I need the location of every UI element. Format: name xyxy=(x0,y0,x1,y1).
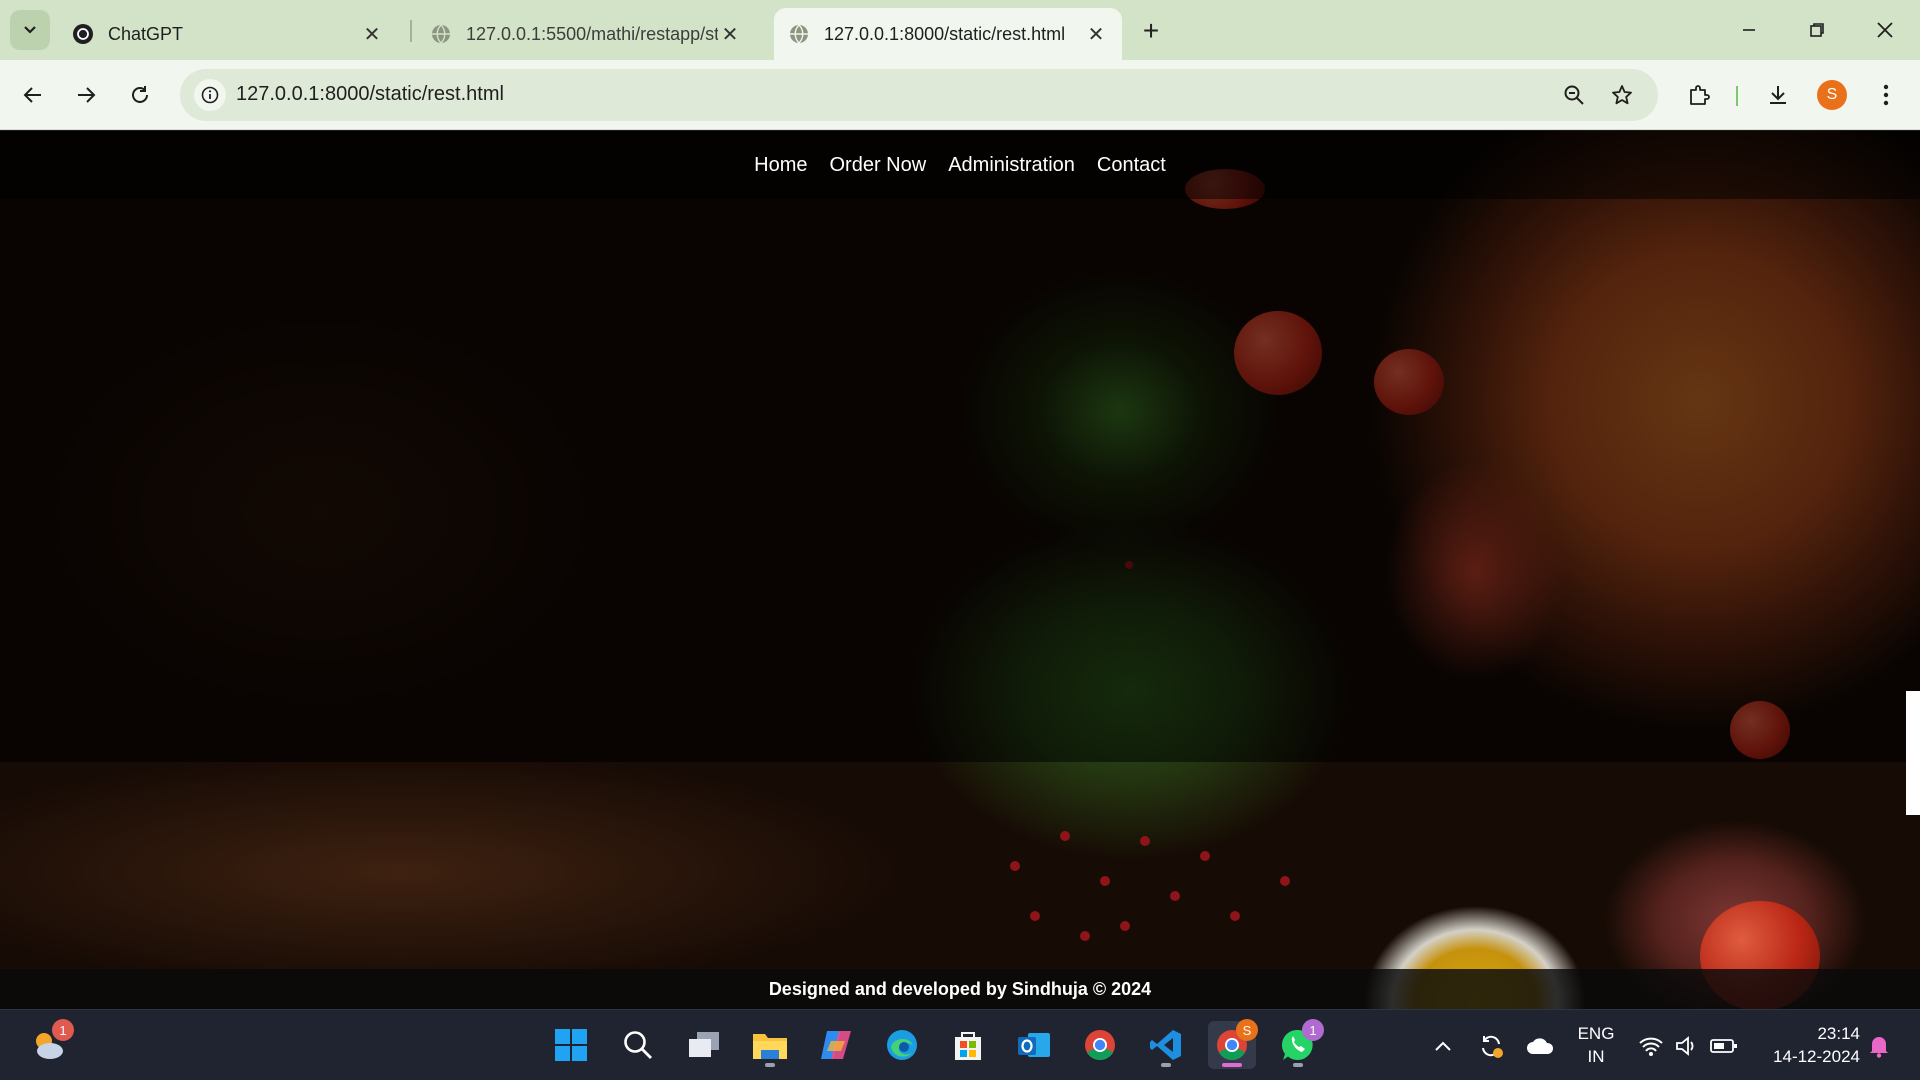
bookmark-star-icon[interactable] xyxy=(1606,79,1638,111)
windows-taskbar: 1 S 1 ENG IN 23:14 14-12-2024 xyxy=(0,1009,1920,1080)
sync-tray-icon[interactable] xyxy=(1474,1010,1508,1080)
download-icon xyxy=(1770,86,1786,104)
clock-date: 14-12-2024 xyxy=(1773,1047,1860,1066)
task-view-icon xyxy=(689,1032,719,1057)
store-icon xyxy=(955,1032,981,1060)
clock-time: 23:14 xyxy=(1817,1024,1860,1043)
minimize-button[interactable] xyxy=(1724,10,1774,50)
tab-localhost-8000-active[interactable]: 127.0.0.1:8000/static/rest.html ✕ xyxy=(774,8,1122,60)
profile-badge: S xyxy=(1236,1019,1258,1041)
notifications-button[interactable] xyxy=(1862,1010,1896,1080)
chrome-button[interactable] xyxy=(1076,1021,1124,1069)
nav-contact-link[interactable]: Contact xyxy=(1097,154,1166,177)
copilot-icon xyxy=(821,1031,851,1059)
bell-icon xyxy=(1870,1036,1888,1058)
close-icon xyxy=(1877,22,1893,38)
browser-menu-button[interactable] xyxy=(1866,75,1906,115)
new-tab-button[interactable]: + xyxy=(1134,14,1168,48)
folder-icon xyxy=(753,1034,787,1059)
reload-button[interactable] xyxy=(120,75,160,115)
chevron-up-icon xyxy=(1435,1041,1451,1051)
toolbar-separator xyxy=(1736,86,1738,106)
vscode-button[interactable] xyxy=(1142,1021,1190,1069)
tab-title: 127.0.0.1:5500/mathi/restapp/st xyxy=(466,23,718,44)
chrome-icon xyxy=(1085,1030,1115,1061)
edge-icon xyxy=(887,1030,917,1060)
language-indicator[interactable]: ENG IN xyxy=(1572,1022,1620,1068)
browser-tab-bar: ChatGPT ✕ 127.0.0.1:5500/mathi/restapp/s… xyxy=(0,0,1920,60)
globe-icon xyxy=(430,23,452,45)
battery-tray-icon[interactable] xyxy=(1708,1010,1740,1080)
close-tab-icon[interactable]: ✕ xyxy=(718,22,742,46)
weather-widget[interactable]: 1 xyxy=(24,1019,74,1069)
url-text[interactable]: 127.0.0.1:8000/static/rest.html xyxy=(236,83,504,106)
show-hidden-icons-button[interactable] xyxy=(1428,1010,1458,1080)
kebab-menu-icon xyxy=(1883,84,1889,106)
close-tab-icon[interactable]: ✕ xyxy=(360,22,384,46)
tab-chatgpt[interactable]: ChatGPT ✕ xyxy=(58,8,398,60)
extensions-button[interactable] xyxy=(1679,75,1719,115)
arrow-right-icon xyxy=(78,87,96,103)
copilot-button[interactable] xyxy=(812,1021,860,1069)
zoom-icon[interactable] xyxy=(1558,79,1590,111)
tab-title: ChatGPT xyxy=(108,23,184,44)
tab-title: 127.0.0.1:8000/static/rest.html xyxy=(824,23,1066,44)
taskbar-clock[interactable]: 23:14 14-12-2024 xyxy=(1752,1022,1860,1068)
search-icon xyxy=(624,1031,652,1059)
tab-localhost-5500[interactable]: 127.0.0.1:5500/mathi/restapp/st ✕ xyxy=(416,8,756,60)
edge-button[interactable] xyxy=(878,1021,926,1069)
whatsapp-badge: 1 xyxy=(1302,1019,1324,1041)
nav-home-link[interactable]: Home xyxy=(754,154,807,177)
profile-button[interactable]: S xyxy=(1812,75,1852,115)
whatsapp-button[interactable]: 1 xyxy=(1274,1019,1324,1069)
back-button[interactable] xyxy=(13,75,53,115)
battery-icon xyxy=(1710,1038,1737,1053)
arrow-left-icon xyxy=(23,87,41,103)
nav-order-now-link[interactable]: Order Now xyxy=(830,154,927,177)
minimize-icon xyxy=(1743,29,1755,31)
task-view-button[interactable] xyxy=(680,1021,728,1069)
start-button[interactable] xyxy=(547,1021,595,1069)
chevron-down-icon xyxy=(24,26,36,34)
puzzle-icon xyxy=(1690,85,1710,105)
footer-text: Designed and developed by Sindhuja © 202… xyxy=(768,978,1152,999)
browser-toolbar: 127.0.0.1:8000/static/rest.html S xyxy=(0,60,1920,130)
side-tab[interactable] xyxy=(1906,691,1920,815)
chatgpt-icon xyxy=(72,23,94,45)
avatar: S xyxy=(1817,80,1847,110)
cloud-icon xyxy=(1527,1037,1554,1054)
outlook-button[interactable] xyxy=(1010,1021,1058,1069)
windows-logo-icon xyxy=(555,1029,587,1061)
hero-section xyxy=(0,199,1920,762)
file-explorer-button[interactable] xyxy=(746,1021,794,1069)
wifi-tray-icon[interactable] xyxy=(1636,1010,1666,1080)
downloads-button[interactable] xyxy=(1758,75,1798,115)
page-footer: Designed and developed by Sindhuja © 202… xyxy=(0,969,1920,1009)
forward-button[interactable] xyxy=(66,75,106,115)
outlook-icon xyxy=(1018,1033,1050,1057)
globe-icon xyxy=(788,23,810,45)
close-window-button[interactable] xyxy=(1860,10,1910,50)
volume-tray-icon[interactable] xyxy=(1672,1010,1702,1080)
microsoft-store-button[interactable] xyxy=(944,1021,992,1069)
restore-button[interactable] xyxy=(1792,10,1842,50)
tab-separator xyxy=(410,20,412,42)
speaker-icon xyxy=(1676,1035,1694,1056)
taskbar-search-button[interactable] xyxy=(614,1021,662,1069)
weather-badge: 1 xyxy=(52,1019,74,1041)
vscode-icon xyxy=(1150,1030,1181,1060)
address-bar[interactable]: 127.0.0.1:8000/static/rest.html xyxy=(180,69,1658,121)
onedrive-tray-icon[interactable] xyxy=(1522,1010,1558,1080)
restore-icon xyxy=(1810,23,1824,37)
tab-search-button[interactable] xyxy=(10,10,50,50)
close-tab-icon[interactable]: ✕ xyxy=(1084,22,1108,46)
wifi-icon xyxy=(1639,1037,1663,1056)
sync-icon xyxy=(1482,1035,1503,1058)
nav-administration-link[interactable]: Administration xyxy=(948,154,1075,177)
main-nav: Home Order Now Administration Contact xyxy=(0,131,1920,199)
reload-icon xyxy=(132,86,148,103)
restaurant-page: Home Order Now Administration Contact De… xyxy=(0,131,1920,1009)
site-info-icon[interactable] xyxy=(194,79,226,111)
chrome-profile-button-active[interactable]: S xyxy=(1208,1019,1258,1069)
